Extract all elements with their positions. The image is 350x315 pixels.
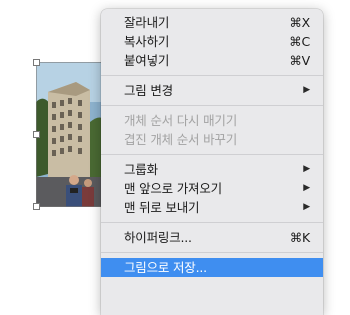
menu-item-label: 잘라내기 <box>124 15 170 30</box>
selected-photo[interactable] <box>36 62 108 207</box>
menu-item-label: 붙여넣기 <box>124 53 170 68</box>
shortcut-label: ⌘K <box>289 230 311 245</box>
menu-item-label: 그룹화 <box>124 162 158 177</box>
shortcut-label: ⌘V <box>289 53 310 68</box>
menu-item-label: 그림 변경 <box>124 83 173 98</box>
shortcut-label: ⌘C <box>289 34 310 49</box>
resize-handle-bottom-left[interactable] <box>33 203 40 210</box>
menu-separator <box>101 75 323 76</box>
menu-item[interactable]: 그룹화 ▶ <box>101 160 323 179</box>
menu-item[interactable]: 맨 앞으로 가져오기 ▶ <box>101 179 323 198</box>
resize-handle-middle-left[interactable] <box>33 131 40 138</box>
menu-item-label: 맨 뒤로 보내기 <box>124 200 200 215</box>
menu-item-label: 겹진 개체 순서 바꾸기 <box>124 132 238 147</box>
resize-handle-top-left[interactable] <box>33 59 40 66</box>
submenu-arrow-icon: ▶ <box>303 85 310 95</box>
menu-item[interactable]: 붙여넣기 ⌘V <box>101 51 323 70</box>
menu-item[interactable]: 잘라내기 ⌘X <box>101 13 323 32</box>
menu-item-label: 복사하기 <box>124 34 170 49</box>
menu-item[interactable]: 그림으로 저장... <box>101 258 323 277</box>
menu-separator <box>101 252 323 253</box>
menu-separator <box>101 154 323 155</box>
menu-separator <box>101 105 323 106</box>
shortcut-label: ⌘X <box>289 15 310 30</box>
menu-item-label: 그림으로 저장... <box>124 260 207 275</box>
submenu-arrow-icon: ▶ <box>303 164 310 174</box>
menu-item[interactable]: 복사하기 ⌘C <box>101 32 323 51</box>
submenu-arrow-icon: ▶ <box>303 202 310 212</box>
menu-item[interactable]: 하이퍼링크... ⌘K <box>101 228 323 247</box>
menu-separator <box>101 222 323 223</box>
menu-item: 겹진 개체 순서 바꾸기 <box>101 130 323 149</box>
menu-item[interactable]: 맨 뒤로 보내기 ▶ <box>101 198 323 217</box>
menu-item-label: 하이퍼링크... <box>124 230 192 245</box>
menu-item-label: 개체 순서 다시 매기기 <box>124 113 238 128</box>
context-menu: 잘라내기 ⌘X 복사하기 ⌘C 붙여넣기 ⌘V 그림 변경 ▶ 개체 순서 다시 매기기겹진 개… <box>101 9 323 315</box>
submenu-arrow-icon: ▶ <box>303 183 310 193</box>
menu-item[interactable]: 그림 변경 ▶ <box>101 81 323 100</box>
menu-item-label: 맨 앞으로 가져오기 <box>124 181 222 196</box>
menu-item: 개체 순서 다시 매기기 <box>101 111 323 130</box>
